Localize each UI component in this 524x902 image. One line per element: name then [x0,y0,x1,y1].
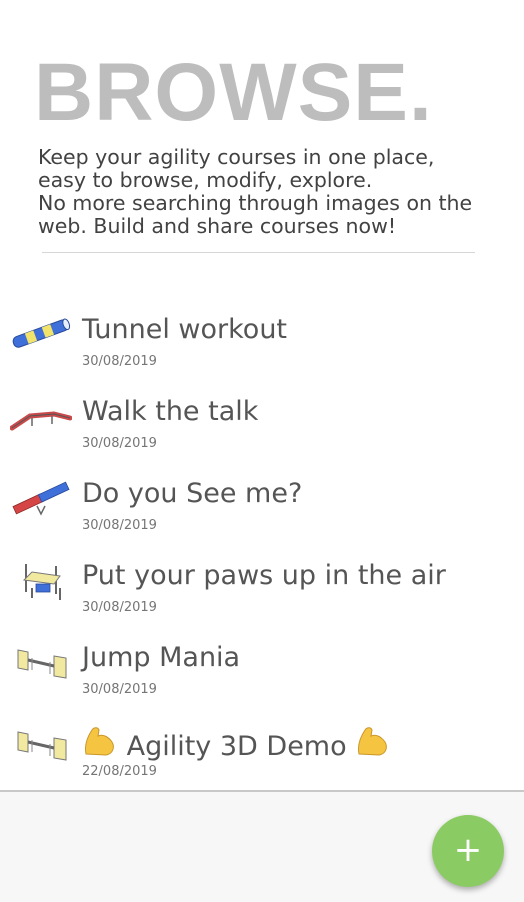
page-description: Keep your agility courses in one place, … [38,146,488,238]
course-title: Agility 3D Demo [126,731,347,762]
course-item-tunnel-workout[interactable]: Tunnel workout 30/08/2019 [0,300,524,380]
table-icon [22,564,61,600]
course-title: Jump Mania [82,642,241,673]
flexed-biceps-icon [85,727,114,756]
dogwalk-icon [10,411,72,431]
course-item-agility-3d-demo[interactable]: Agility 3D Demo 22/08/2019 [0,710,524,790]
course-date: 30/08/2019 [82,682,157,697]
add-course-button[interactable]: + [432,815,504,887]
divider [42,252,475,253]
course-title: Tunnel workout [82,314,288,345]
course-date: 22/08/2019 [82,764,157,779]
page-title: BROWSE. [34,47,433,138]
course-item-do-you-see-me[interactable]: Do you See me? 30/08/2019 [0,464,524,544]
course-title: Do you See me? [82,478,303,509]
course-date: 30/08/2019 [82,518,157,533]
course-title: Walk the talk [82,396,259,427]
course-date: 30/08/2019 [82,436,157,451]
jump-icon [17,731,67,761]
course-item-put-your-paws-up[interactable]: Put your paws up in the air 30/08/2019 [0,546,524,626]
seesaw-icon [12,481,70,516]
description-line: Keep your agility courses in one place, [38,145,435,169]
jump-icon [17,649,67,679]
description-line: easy to browse, modify, explore. [38,168,373,192]
description-line: web. Build and share courses now! [38,214,397,238]
tunnel-icon [12,318,71,348]
course-item-jump-mania[interactable]: Jump Mania 30/08/2019 [0,628,524,708]
course-date: 30/08/2019 [82,600,157,615]
description-line: No more searching through images on the [38,191,473,215]
course-item-walk-the-talk[interactable]: Walk the talk 30/08/2019 [0,382,524,462]
course-title: Put your paws up in the air [82,560,446,591]
flexed-biceps-icon [358,727,388,756]
course-title-wrap: Agility 3D Demo [82,724,391,762]
course-date: 30/08/2019 [82,354,157,369]
